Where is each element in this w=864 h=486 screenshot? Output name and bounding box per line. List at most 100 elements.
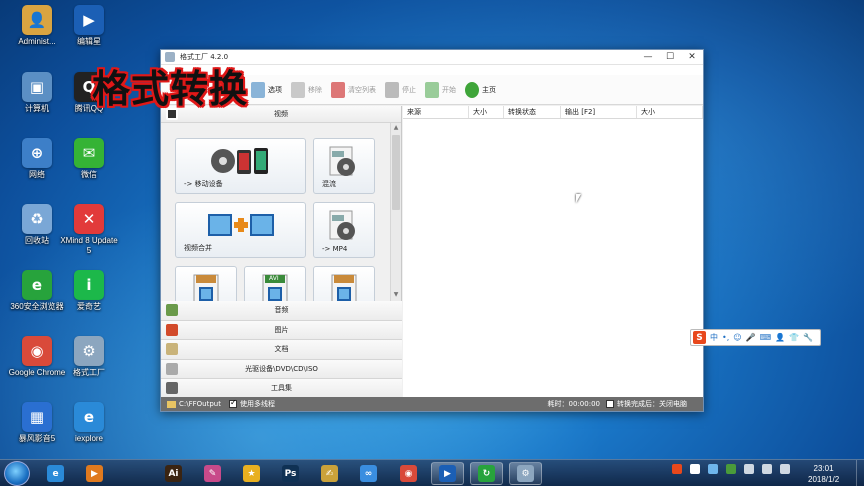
- desktop-icon-label: iexplore: [74, 434, 103, 443]
- desktop-icon[interactable]: ⚙ 格式工厂: [58, 336, 120, 378]
- taskbar-illustrator-button[interactable]: Ai: [157, 462, 190, 485]
- multithread-checkbox[interactable]: ✓: [228, 398, 237, 408]
- desktop-icon[interactable]: ✉ 微信: [58, 138, 120, 180]
- start-button[interactable]: [4, 461, 30, 486]
- folder-icon[interactable]: [167, 400, 176, 408]
- desktop-icon[interactable]: ▶ 编辑星: [58, 5, 120, 47]
- clock[interactable]: 23:01 2018/1/2: [808, 463, 839, 485]
- ime-item[interactable]: 👤: [775, 333, 785, 342]
- show-desktop-button[interactable]: [856, 460, 864, 486]
- minimize-button[interactable]: —: [637, 50, 659, 65]
- stop-icon: [385, 81, 399, 98]
- task-list[interactable]: 来源 大小 转换状态 输出 [F2] 大小: [403, 106, 703, 399]
- status-bar: C:\FFOutput ✓ 使用多线程 耗时：00:00:00 转换完成后：关闭…: [161, 397, 703, 411]
- column-header[interactable]: 转换状态: [504, 106, 561, 118]
- media-player-icon: ▶: [86, 465, 103, 482]
- conversion-tile[interactable]: AVI: [244, 266, 306, 301]
- category-label: 工具集: [271, 384, 292, 393]
- tile-label: 混流: [322, 180, 336, 188]
- volume-tray-icon[interactable]: [780, 464, 790, 474]
- toolbar-options-button[interactable]: 选项: [251, 81, 282, 98]
- toolbar-clear-list-button[interactable]: 清空列表: [331, 81, 376, 98]
- taskbar-format-factory-button[interactable]: ⚙: [509, 462, 542, 485]
- system-tray: [672, 464, 798, 474]
- taskbar-ie-button[interactable]: e: [39, 462, 72, 485]
- taskbar-brush-button[interactable]: ✍: [313, 462, 346, 485]
- conversion-tile[interactable]: 混流: [313, 138, 375, 194]
- after-done-checkbox[interactable]: [606, 400, 614, 408]
- category-audio[interactable]: 音频: [161, 301, 402, 321]
- ime-item[interactable]: 👕: [789, 333, 799, 342]
- conversion-tile[interactable]: -> 移动设备: [175, 138, 306, 194]
- ime-item[interactable]: 中: [710, 332, 718, 343]
- elapsed-time: 耗时：00:00:00: [547, 400, 600, 408]
- network-tray-icon[interactable]: [744, 464, 754, 474]
- desktop-app-icon: ▦: [22, 402, 52, 432]
- taskbar-cloud-button[interactable]: ∞: [352, 462, 385, 485]
- desktop-icon[interactable]: i 爱奇艺: [58, 270, 120, 312]
- scroll-thumb[interactable]: [392, 135, 400, 210]
- maximize-button[interactable]: ☐: [659, 50, 681, 65]
- scroll-down-icon[interactable]: ▼: [392, 291, 400, 300]
- audio-icon: [166, 304, 178, 317]
- toolbar-stop-button[interactable]: 停止: [385, 81, 416, 98]
- category-tools[interactable]: 工具集: [161, 379, 402, 399]
- ime-item[interactable]: 🔧: [803, 333, 813, 342]
- column-header[interactable]: 大小: [637, 106, 703, 118]
- desktop-icon[interactable]: e iexplore: [58, 402, 120, 444]
- cloud-tray-icon[interactable]: [708, 464, 718, 474]
- ime-item[interactable]: ☺: [733, 333, 741, 342]
- desktop-icon-label: 格式工厂: [73, 368, 105, 377]
- taskbar: e ▶ Ai ✎ ★ Ps ✍ ∞ ◉ ▶ ↻ ⚙ 23:01 2018/1/2: [0, 459, 864, 486]
- mp4-icon: [328, 209, 360, 245]
- toolbar-remove-button[interactable]: 移除: [291, 81, 322, 98]
- after-done-label: 转换完成后：关闭电脑: [617, 400, 687, 408]
- ime-item[interactable]: ⌨: [760, 333, 772, 342]
- scrollbar[interactable]: ▲ ▼: [390, 123, 401, 301]
- taskbar-chrome-button[interactable]: ◉: [392, 462, 425, 485]
- tile-label: -> MP4: [322, 245, 348, 253]
- category-document[interactable]: 文档: [161, 340, 402, 360]
- column-header[interactable]: 大小: [469, 106, 504, 118]
- column-header[interactable]: 输出 [F2]: [561, 106, 637, 118]
- tile-label: 视频合并: [184, 244, 212, 252]
- conversion-tile[interactable]: [313, 266, 375, 301]
- sogou-tray-icon[interactable]: [672, 464, 682, 474]
- shield-tray-icon[interactable]: [726, 464, 736, 474]
- category-disc[interactable]: 光驱设备\DVD\CD\ISO: [161, 359, 402, 379]
- taskbar-360-button[interactable]: ↻: [470, 462, 503, 485]
- format-icon: [328, 273, 360, 301]
- desktop-app-icon: 👤: [22, 5, 52, 35]
- category-pane: 视频 -> 移动设备 混流 视频合并 -> MP4 AVI ▲ ▼ 音频 图片 文档 光驱设备…: [161, 106, 402, 399]
- flag-tray-icon[interactable]: [762, 464, 772, 474]
- ime-item[interactable]: •,: [722, 333, 729, 342]
- taskbar-paint-button[interactable]: ✎: [196, 462, 229, 485]
- toolbar-start-button[interactable]: 开始: [425, 81, 456, 98]
- sogou-logo-icon[interactable]: S: [693, 331, 706, 344]
- clear-list-icon: [331, 81, 345, 98]
- column-header[interactable]: 来源: [403, 106, 469, 118]
- conversion-tile[interactable]: 视频合并: [175, 202, 306, 258]
- taskbar-sticky-button[interactable]: ★: [235, 462, 268, 485]
- toolbar-label: 停止: [402, 85, 416, 94]
- home-icon: [465, 81, 479, 98]
- category-list: 音频 图片 文档光驱设备\DVD\CD\ISO 工具集: [161, 301, 402, 399]
- category-label: 光驱设备\DVD\CD\ISO: [245, 364, 318, 373]
- desktop-app-icon: ◉: [22, 336, 52, 366]
- output-path[interactable]: C:\FFOutput: [179, 400, 221, 408]
- toolbar-label: 选项: [268, 85, 282, 94]
- video-merge-icon: [206, 209, 276, 243]
- close-button[interactable]: ✕: [681, 50, 703, 65]
- taskbar-media-player-button[interactable]: ▶: [78, 462, 111, 485]
- taskbar-photoshop-button[interactable]: Ps: [274, 462, 307, 485]
- category-picture[interactable]: 图片: [161, 320, 402, 340]
- taskbar-editor-star-button[interactable]: ▶: [431, 462, 464, 485]
- ime-item[interactable]: 🎤: [746, 333, 756, 342]
- desktop-app-icon: ▶: [74, 5, 104, 35]
- conversion-tile[interactable]: [175, 266, 237, 301]
- desktop-icon[interactable]: ✕ XMind 8 Update 5: [58, 204, 120, 256]
- ime-tray-icon[interactable]: [690, 464, 700, 474]
- conversion-tile[interactable]: -> MP4: [313, 202, 375, 258]
- toolbar-home-button[interactable]: 主页: [465, 81, 496, 98]
- scroll-up-icon[interactable]: ▲: [392, 124, 400, 133]
